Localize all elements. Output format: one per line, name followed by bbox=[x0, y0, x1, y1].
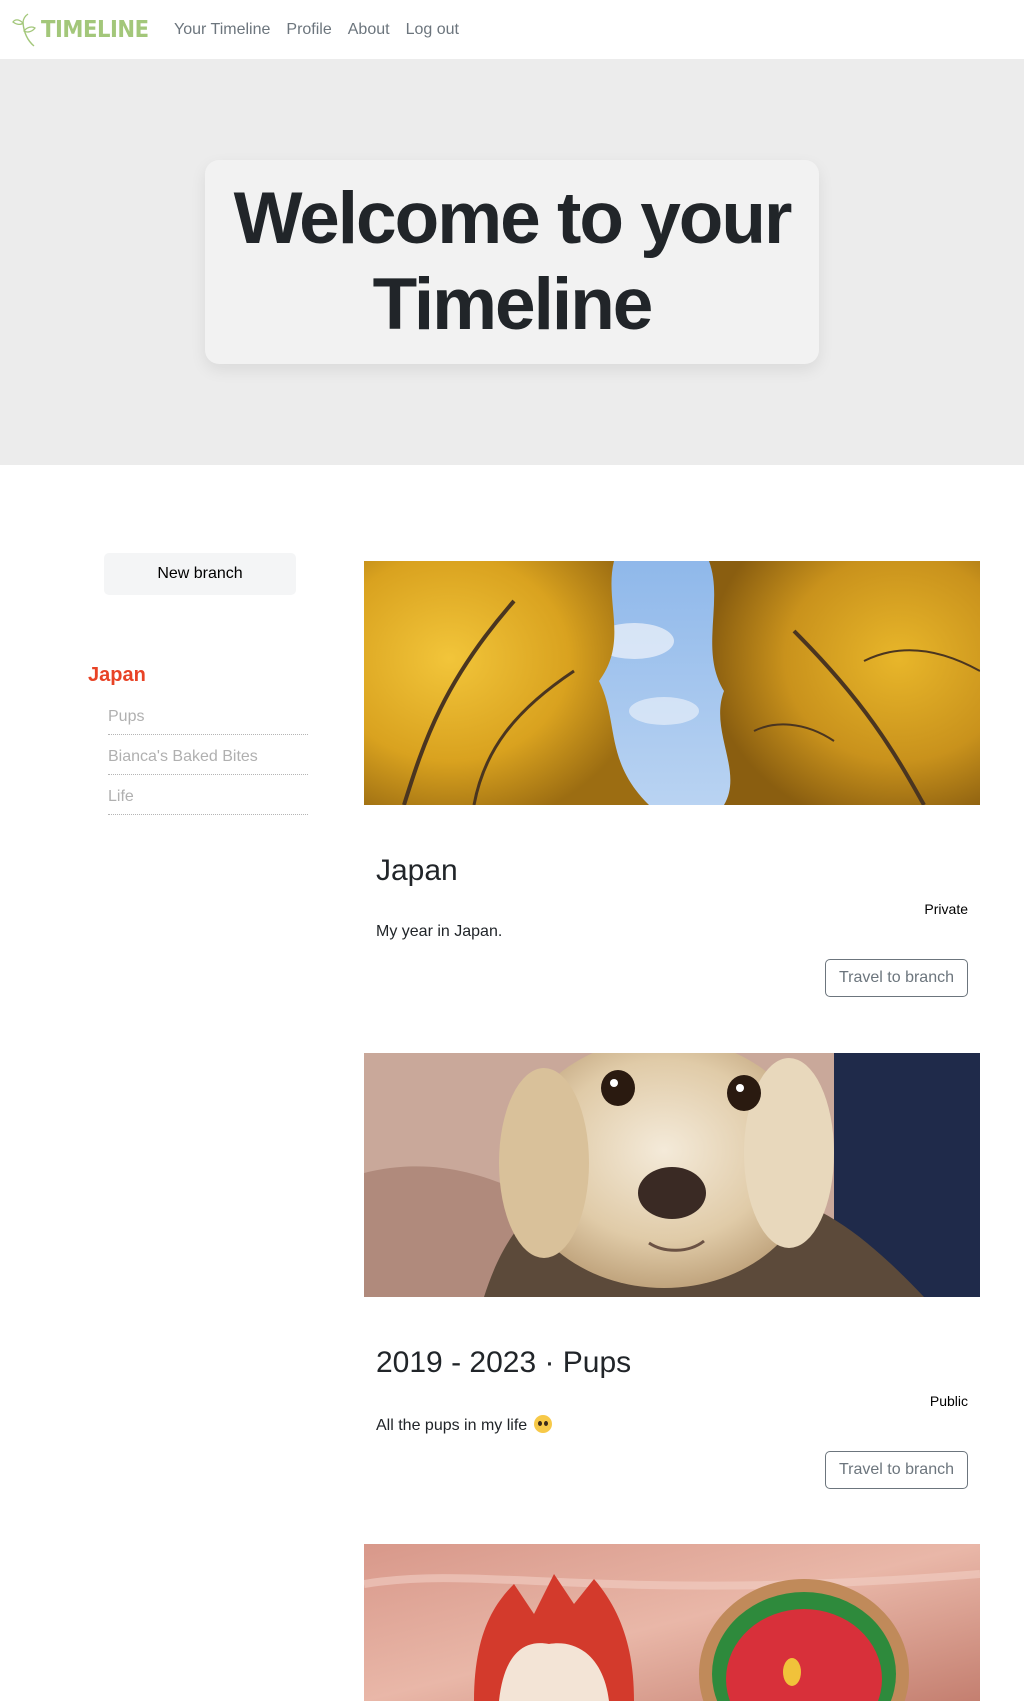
sidebar-item-life[interactable]: Life bbox=[108, 787, 308, 815]
card-image-cookies bbox=[364, 1544, 980, 1701]
card-description: My year in Japan. bbox=[376, 923, 503, 940]
card-image-dog bbox=[364, 1053, 980, 1297]
pleading-face-emoji bbox=[533, 1415, 552, 1433]
nav-link-about[interactable]: About bbox=[348, 21, 390, 39]
travel-to-branch-button[interactable]: Travel to branch bbox=[825, 1451, 968, 1489]
nav-link-profile[interactable]: Profile bbox=[286, 21, 331, 39]
nav-link-log-out[interactable]: Log out bbox=[406, 21, 459, 39]
nav-links: Your Timeline Profile About Log out bbox=[170, 21, 471, 39]
card-title: 2019 - 2023 · Pups bbox=[376, 1346, 632, 1379]
hero-card: Welcome to your Timeline bbox=[205, 160, 819, 364]
brand-logo[interactable]: TIMELINE bbox=[12, 0, 158, 59]
sidebar-item-biancas-baked-bites[interactable]: Bianca's Baked Bites bbox=[108, 747, 308, 775]
travel-to-branch-button[interactable]: Travel to branch bbox=[825, 959, 968, 997]
branch-card-pups: 2019 - 2023 · Pups Public All the pups i… bbox=[364, 1053, 980, 1493]
brand-name: TIMELINE bbox=[41, 16, 149, 43]
sidebar-item-pups[interactable]: Pups bbox=[108, 707, 308, 735]
current-branch-label[interactable]: Japan bbox=[88, 664, 146, 687]
visibility-badge: Private bbox=[924, 901, 968, 917]
hero-banner: Welcome to your Timeline bbox=[0, 59, 1024, 465]
card-description: All the pups in my life bbox=[376, 1415, 552, 1435]
new-branch-button[interactable]: New branch bbox=[104, 553, 296, 595]
branch-card-baked-bites bbox=[364, 1544, 980, 1701]
page-title-line-1: Welcome to your bbox=[233, 178, 793, 259]
top-navbar: TIMELINE Your Timeline Profile About Log… bbox=[0, 0, 1024, 59]
card-image-ginkgo-trees bbox=[364, 561, 980, 805]
card-title: Japan bbox=[376, 854, 458, 887]
visibility-badge: Public bbox=[929, 1393, 968, 1409]
card-description-text: All the pups in my life bbox=[376, 1417, 528, 1434]
page-title: Welcome to your Timeline bbox=[233, 176, 793, 348]
page-title-line-2: Timeline bbox=[372, 264, 654, 345]
nav-link-your-timeline[interactable]: Your Timeline bbox=[174, 21, 270, 39]
sprout-icon bbox=[12, 12, 36, 47]
branch-card-japan: Japan Private My year in Japan. Travel t… bbox=[364, 561, 980, 1001]
